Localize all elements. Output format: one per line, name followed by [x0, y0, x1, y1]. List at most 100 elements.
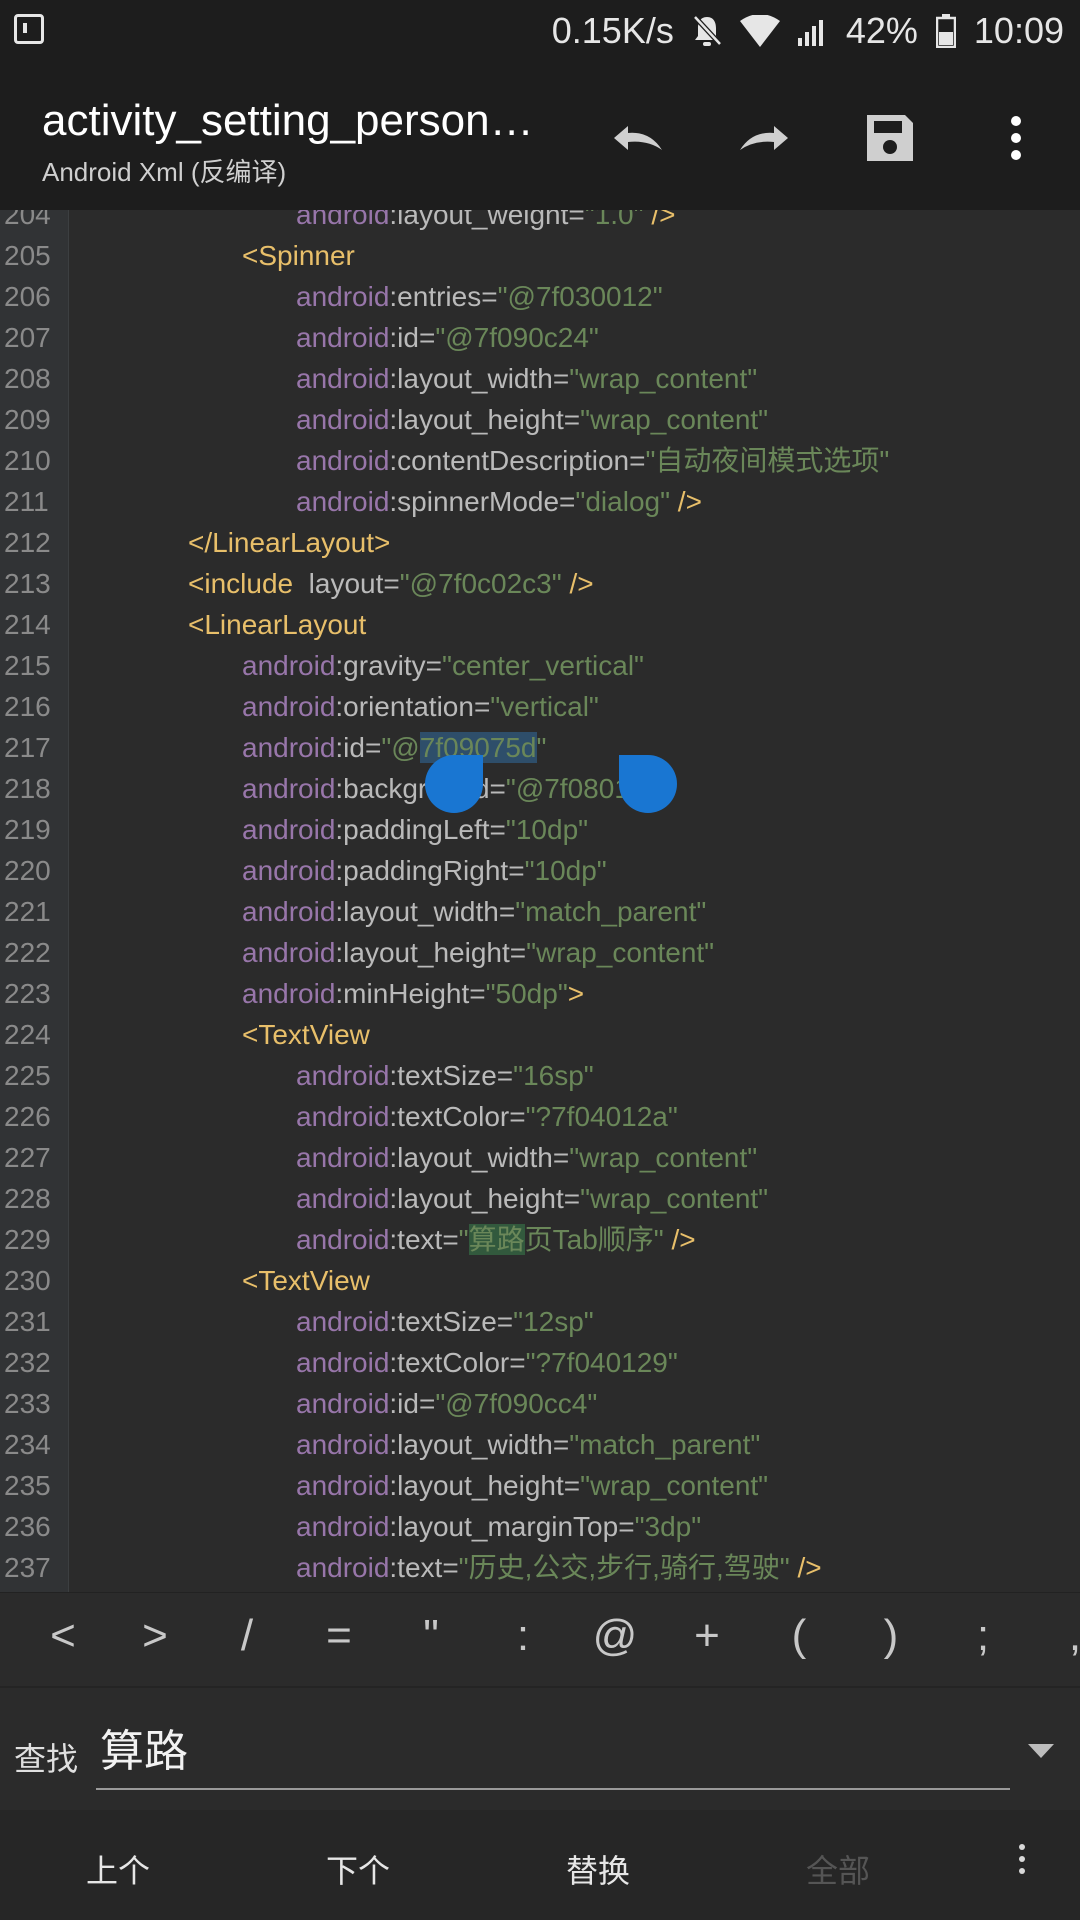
symbol-key[interactable]: >	[120, 1611, 190, 1661]
screenshot-notification-icon	[14, 14, 44, 44]
code-line[interactable]: 218 android:background="@7f0801ba"	[0, 768, 1080, 809]
symbol-key[interactable]: (	[764, 1611, 834, 1661]
battery-percentage: 42%	[845, 10, 918, 51]
code-text: android:textColor="?7f04012a"	[296, 1096, 678, 1137]
line-number: 219	[4, 814, 51, 845]
network-speed: 0.15K/s	[551, 10, 674, 51]
code-line[interactable]: 216 android:orientation="vertical"	[0, 686, 1080, 727]
code-token: android	[296, 322, 390, 353]
replace-all-button[interactable]: 全部	[806, 1846, 870, 1892]
code-editor[interactable]: 204 android:layout_weight="1.0" /> 205 <Spi…	[0, 210, 1080, 1592]
code-token: "wrap_content"	[580, 1183, 769, 1214]
find-options-dropdown-icon[interactable]	[1028, 1744, 1054, 1758]
code-line[interactable]: 208 android:layout_width="wrap_content"	[0, 358, 1080, 399]
code-line[interactable]: 204 android:layout_weight="1.0" />	[0, 210, 1080, 235]
code-line[interactable]: 223 android:minHeight="50dp">	[0, 973, 1080, 1014]
symbol-key[interactable]: =	[304, 1611, 374, 1661]
previous-match-button[interactable]: 上个	[86, 1846, 150, 1892]
more-options-button[interactable]	[976, 102, 1056, 174]
symbol-key[interactable]: <	[28, 1611, 98, 1661]
code-text: <LinearLayout	[188, 604, 366, 645]
code-line[interactable]: 227 android:layout_width="wrap_content"	[0, 1137, 1080, 1178]
code-token: "@7f030012"	[497, 281, 663, 312]
line-number: 234	[4, 1429, 51, 1460]
code-line[interactable]: 207 android:id="@7f090c24"	[0, 317, 1080, 358]
line-number: 214	[4, 609, 51, 640]
code-token: />	[670, 486, 702, 517]
selection-end-handle[interactable]	[619, 755, 677, 813]
code-token: :layout_width=	[389, 1142, 570, 1173]
line-number: 213	[4, 568, 51, 599]
line-number: 222	[4, 937, 51, 968]
line-number: 223	[4, 978, 51, 1009]
symbol-key[interactable]: @	[580, 1611, 650, 1661]
code-line[interactable]: 220 android:paddingRight="10dp"	[0, 850, 1080, 891]
code-line[interactable]: 232 android:textColor="?7f040129"	[0, 1342, 1080, 1383]
code-line[interactable]: 221 android:layout_width="match_parent"	[0, 891, 1080, 932]
code-line[interactable]: 229 android:text="算路页Tab顺序" />	[0, 1219, 1080, 1260]
code-line[interactable]: 224 <TextView	[0, 1014, 1080, 1055]
next-match-button[interactable]: 下个	[326, 1846, 390, 1892]
code-line[interactable]: 215 android:gravity="center_vertical"	[0, 645, 1080, 686]
code-line[interactable]: 225 android:textSize="16sp"	[0, 1055, 1080, 1096]
code-line[interactable]: 233 android:id="@7f090cc4"	[0, 1383, 1080, 1424]
code-line[interactable]: 228 android:layout_height="wrap_content"	[0, 1178, 1080, 1219]
selection-start-handle[interactable]	[425, 755, 483, 813]
symbol-key[interactable]: )	[856, 1611, 926, 1661]
code-token: :layout_height=	[389, 1183, 581, 1214]
redo-button[interactable]	[724, 102, 804, 174]
find-input-underline	[96, 1788, 1010, 1790]
code-token: :layout_width=	[389, 363, 570, 394]
app-toolbar: activity_setting_person… Android Xml (反编…	[0, 64, 1080, 210]
symbol-key[interactable]: ;	[948, 1611, 1018, 1661]
code-token: "center_vertical"	[442, 650, 644, 681]
code-token: :layout_width=	[335, 896, 516, 927]
symbol-key[interactable]: ,	[1040, 1611, 1080, 1661]
undo-button[interactable]	[598, 102, 678, 174]
code-token: android	[296, 1142, 390, 1173]
code-text: android:text="历史,公交,步行,骑行,驾驶" />	[296, 1547, 822, 1588]
code-line[interactable]: 222 android:layout_height="wrap_content"	[0, 932, 1080, 973]
code-token: />	[561, 568, 594, 599]
symbol-key[interactable]: "	[396, 1611, 466, 1661]
code-line[interactable]: 210 android:contentDescription="自动夜间模式选项"	[0, 440, 1080, 481]
code-line[interactable]: 230 <TextView	[0, 1260, 1080, 1301]
code-text: android:minHeight="50dp">	[242, 973, 584, 1014]
code-line[interactable]: 226 android:textColor="?7f04012a"	[0, 1096, 1080, 1137]
line-number: 207	[4, 322, 51, 353]
find-more-button[interactable]	[1012, 1844, 1032, 1884]
code-text: android:id="@7f090c24"	[296, 317, 599, 358]
code-line[interactable]: 206 android:entries="@7f030012"	[0, 276, 1080, 317]
code-line[interactable]: 209 android:layout_height="wrap_content"	[0, 399, 1080, 440]
undo-icon	[614, 126, 662, 150]
code-text: android:textSize="16sp"	[296, 1055, 594, 1096]
code-line[interactable]: 205 <Spinner	[0, 235, 1080, 276]
replace-button[interactable]: 替换	[566, 1846, 630, 1892]
code-line[interactable]: 231 android:textSize="12sp"	[0, 1301, 1080, 1342]
code-token: >	[567, 978, 585, 1009]
code-token: android	[242, 855, 336, 886]
code-line[interactable]: 234 android:layout_width="match_parent"	[0, 1424, 1080, 1465]
code-line[interactable]: 237 android:text="历史,公交,步行,骑行,驾驶" />	[0, 1547, 1080, 1588]
code-line[interactable]: 219 android:paddingLeft="10dp"	[0, 809, 1080, 850]
code-line[interactable]: 212 </LinearLayout>	[0, 522, 1080, 563]
code-line[interactable]: 217 android:id="@7f09075d"	[0, 727, 1080, 768]
code-line[interactable]: 213 <include layout="@7f0c02c3" />	[0, 563, 1080, 604]
symbol-key[interactable]: :	[488, 1611, 558, 1661]
code-token: :id=	[389, 322, 436, 353]
code-token: android	[242, 691, 336, 722]
code-line[interactable]: 211 android:spinnerMode="dialog" />	[0, 481, 1080, 522]
code-token: :gravity=	[335, 650, 443, 681]
save-button[interactable]	[850, 102, 930, 174]
code-token: :layout_marginTop=	[389, 1511, 635, 1542]
code-token: :orientation=	[335, 691, 491, 722]
code-token: android	[296, 1347, 390, 1378]
code-line[interactable]: 214 <LinearLayout	[0, 604, 1080, 645]
symbol-key[interactable]: +	[672, 1611, 742, 1661]
code-line[interactable]: 235 android:layout_height="wrap_content"	[0, 1465, 1080, 1506]
find-input[interactable]	[98, 1716, 1012, 1778]
code-text: android:textSize="12sp"	[296, 1301, 594, 1342]
code-line[interactable]: 236 android:layout_marginTop="3dp"	[0, 1506, 1080, 1547]
symbol-key[interactable]: /	[212, 1611, 282, 1661]
code-token: :textSize=	[389, 1060, 514, 1091]
